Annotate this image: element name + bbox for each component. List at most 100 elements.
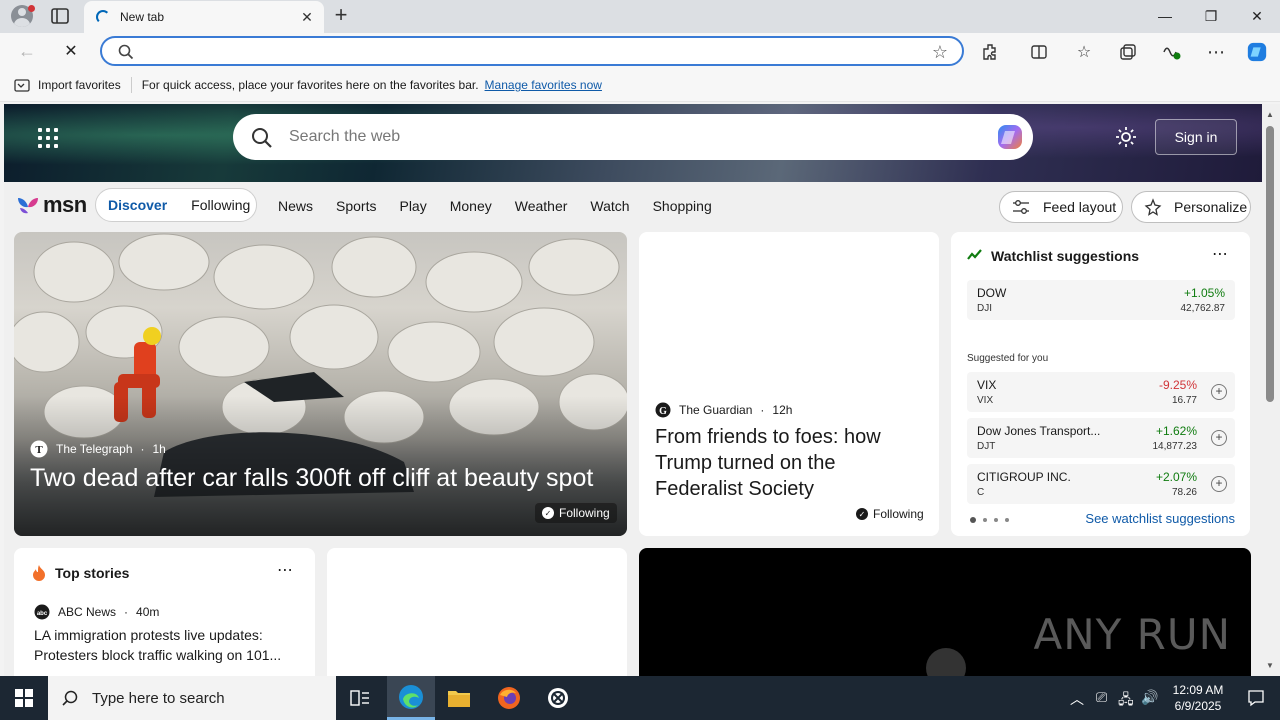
anyrun-watermark: ANY RUN <box>1033 610 1231 659</box>
scroll-up-icon[interactable]: ▲ <box>1266 110 1274 119</box>
stock-symbol: C <box>977 487 985 498</box>
taskbar-search-box[interactable]: Type here to search <box>48 676 336 720</box>
watchlist-row-citigroup[interactable]: CITIGROUP INC. C +2.07% 78.26 + <box>967 464 1235 504</box>
guardian-headline[interactable]: From friends to foes: how Trump turned o… <box>655 424 925 502</box>
firefox-icon[interactable] <box>485 676 533 720</box>
hero-news-card[interactable]: T The Telegraph · 1h Two dead after car … <box>14 232 627 536</box>
tab-actions-icon[interactable] <box>50 7 70 25</box>
apps-grid-icon[interactable] <box>38 128 58 148</box>
stock-change: -9.25% <box>1158 378 1197 392</box>
video-card[interactable]: ANY RUN <box>639 548 1251 676</box>
web-search-input[interactable] <box>289 124 969 150</box>
telegraph-logo-icon: T <box>30 440 48 458</box>
web-search-box[interactable] <box>233 114 1033 160</box>
hero-headline[interactable]: Two dead after car falls 300ft off cliff… <box>30 463 620 493</box>
msn-butterfly-icon <box>18 198 38 214</box>
check-icon: ✓ <box>542 507 554 519</box>
stock-change: +1.62% <box>1155 424 1197 438</box>
start-button[interactable] <box>0 676 48 720</box>
tab-new-tab[interactable]: New tab ✕ <box>84 1 324 33</box>
tab-following[interactable]: Following <box>191 197 250 213</box>
nav-play[interactable]: Play <box>399 198 426 214</box>
watchlist-row-vix[interactable]: VIX VIX -9.25% 16.77 + <box>967 372 1235 412</box>
stock-price: 42,762.87 <box>1180 303 1226 314</box>
see-watchlist-link[interactable]: See watchlist suggestions <box>1085 511 1235 526</box>
guardian-following-label: Following <box>873 507 924 521</box>
add-to-watchlist-icon[interactable]: + <box>1211 430 1227 446</box>
nav-shopping[interactable]: Shopping <box>653 198 712 214</box>
settings-more-icon[interactable]: ⋯ <box>1205 41 1227 63</box>
page-scrollbar[interactable]: ▲ ▼ <box>1262 104 1280 676</box>
copilot-search-icon[interactable] <box>995 122 1025 152</box>
gear-icon[interactable] <box>1114 125 1138 149</box>
msn-logo[interactable]: msn <box>16 192 87 218</box>
top-story-headline[interactable]: LA immigration protests live updates: Pr… <box>34 625 294 665</box>
sign-in-button[interactable]: Sign in <box>1155 119 1237 155</box>
hero-banner: Sign in <box>4 104 1262 182</box>
carousel-dots[interactable] <box>970 517 1009 523</box>
sliders-icon <box>1013 200 1029 214</box>
personalize-button[interactable]: Personalize <box>1131 191 1251 223</box>
watchlist-more-icon[interactable]: ⋯ <box>1212 244 1228 264</box>
hero-following-chip[interactable]: ✓ Following <box>535 503 617 523</box>
edge-taskbar-icon[interactable] <box>387 676 435 720</box>
add-to-watchlist-icon[interactable]: + <box>1211 384 1227 400</box>
copilot-icon[interactable] <box>1246 41 1268 63</box>
close-window-button[interactable]: ✕ <box>1234 0 1280 32</box>
hero-source: T The Telegraph · 1h <box>30 440 166 458</box>
scrollbar-thumb[interactable] <box>1266 126 1274 402</box>
search-icon <box>62 690 78 706</box>
taskbar-clock[interactable]: 12:09 AM 6/9/2025 <box>1160 682 1236 714</box>
profile-button[interactable] <box>8 4 36 28</box>
add-to-watchlist-icon[interactable]: + <box>1211 476 1227 492</box>
nav-watch[interactable]: Watch <box>590 198 629 214</box>
restore-button[interactable]: ❐ <box>1188 0 1234 32</box>
import-favorites-button[interactable]: Import favorites <box>14 78 121 92</box>
watchlist-row-djt[interactable]: Dow Jones Transport... DJT +1.62% 14,877… <box>967 418 1235 458</box>
task-view-icon[interactable] <box>336 676 384 720</box>
minimize-button[interactable]: — <box>1142 0 1188 32</box>
favorites-icon[interactable]: ☆ <box>1073 41 1095 63</box>
guardian-news-card[interactable]: G The Guardian · 12h From friends to foe… <box>639 232 939 536</box>
browser-essentials-icon[interactable] <box>1161 41 1183 63</box>
top-stories-more-icon[interactable]: ⋯ <box>277 560 293 580</box>
network-icon[interactable]: 🖧 <box>1118 689 1134 713</box>
show-hidden-icons-icon[interactable]: ︿ <box>1070 689 1084 709</box>
favorite-star-icon[interactable]: ☆ <box>932 42 948 63</box>
windows-logo-icon <box>15 689 33 707</box>
profile-notification-dot <box>28 5 35 12</box>
top-story-source: abc ABC News · 40m <box>34 604 159 620</box>
address-input[interactable]: ☆ <box>100 36 964 66</box>
manage-favorites-link[interactable]: Manage favorites now <box>485 78 602 92</box>
favorites-hint: For quick access, place your favorites h… <box>141 78 479 92</box>
notifications-icon[interactable] <box>1232 676 1280 720</box>
nav-sports[interactable]: Sports <box>336 198 376 214</box>
split-screen-icon[interactable] <box>1028 41 1050 63</box>
feed-layout-button[interactable]: Feed layout <box>999 191 1123 223</box>
close-tab-icon[interactable]: ✕ <box>296 9 318 26</box>
tab-discover[interactable]: Discover <box>108 197 167 213</box>
windows-taskbar: Type here to search ︿ ⎚ 🖧 🔊 12:09 AM 6/9… <box>0 676 1280 720</box>
stop-loading-button[interactable]: ✕ <box>58 39 84 63</box>
volume-icon[interactable]: 🔊 <box>1141 689 1158 706</box>
nav-news[interactable]: News <box>278 198 313 214</box>
guardian-following-chip[interactable]: ✓ Following <box>849 504 931 524</box>
favorites-bar: Import favorites For quick access, place… <box>0 69 1280 102</box>
watchlist-row-dow[interactable]: DOW DJI +1.05% 42,762.87 <box>967 280 1235 320</box>
video-play-button[interactable] <box>926 648 966 676</box>
nav-weather[interactable]: Weather <box>515 198 568 214</box>
stock-change: +2.07% <box>1155 470 1197 484</box>
collections-icon[interactable] <box>1117 41 1139 63</box>
file-explorer-icon[interactable] <box>435 676 483 720</box>
device-icon[interactable]: ⎚ <box>1096 689 1107 706</box>
nav-money[interactable]: Money <box>450 198 492 214</box>
msn-logo-text: msn <box>43 192 87 217</box>
watchlist-title: Watchlist suggestions <box>991 248 1140 264</box>
new-tab-button[interactable]: + <box>330 4 352 28</box>
anyrun-taskbar-icon[interactable] <box>534 676 582 720</box>
back-button[interactable]: ← <box>14 39 40 63</box>
scroll-down-icon[interactable]: ▼ <box>1266 661 1274 670</box>
extensions-icon[interactable] <box>980 41 1002 63</box>
taskbar-search-placeholder: Type here to search <box>92 689 225 707</box>
feed-toggle: Discover Following <box>95 188 257 222</box>
